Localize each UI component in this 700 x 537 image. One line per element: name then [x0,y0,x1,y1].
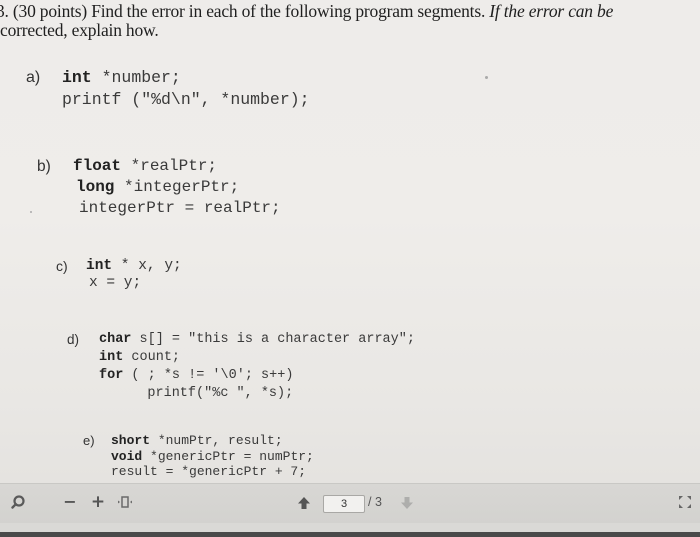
code-text: *realPtr; [121,157,218,175]
code-text: ( ; *s != '\0'; s++) [123,368,294,383]
fullscreen-icon [679,496,691,508]
code-text: s[] = "this is a character array"; [131,332,415,347]
segment-label: a) [26,69,41,86]
code-line: short *numPtr, result; [111,433,314,449]
page-number-input[interactable] [323,495,365,513]
code-text: integerPtr = realPtr; [79,199,281,217]
code-line: printf ("%d\n", *number); [62,89,310,111]
segment-label: d) [67,332,80,347]
code-line: x = y; [86,275,182,292]
pdf-toolbar: − + / 3 [0,483,700,524]
code-line: long *integerPtr; [73,177,281,198]
page-total: / 3 [368,495,382,509]
arrow-up-icon [298,497,310,509]
code-text: *genericPtr = numPtr; [142,448,314,464]
code-segment-b: b) float *realPtr; long *integerPtr; int… [37,156,281,219]
code-text: *number; [91,68,181,87]
arrow-down-icon [401,497,413,509]
search-button[interactable] [8,492,28,512]
segment-label: b) [37,158,51,175]
code-line: int *number; [62,67,310,89]
code-keyword: char [99,332,132,347]
stray-mark [30,211,32,213]
question-line-1: 3. (30 points) Find the error in each of… [0,2,700,21]
code-text: *numPtr, result; [150,433,283,448]
code-line: for ( ; *s != '\0'; s++) [99,367,415,385]
fit-page-icon [118,496,132,508]
segment-label: e) [83,433,95,448]
code-keyword: int [99,350,124,365]
fit-page-button[interactable] [117,494,133,510]
segment-label: c) [56,258,68,274]
code-text: *integerPtr; [114,178,240,196]
code-keyword: float [73,157,122,175]
code-line: int * x, y; [86,258,182,275]
fullscreen-button[interactable] [678,494,692,508]
code-line: float *realPtr; [73,156,281,177]
code-line: void *genericPtr = numPtr; [111,449,314,465]
toolbar-bottom-strip [0,523,700,532]
question-number: 3. [0,1,9,21]
question-instruction: Find the error in each of the following … [87,1,486,21]
question-points: (30 points) [12,1,88,21]
code-line: result = *genericPtr + 7; [111,464,314,480]
code-line: char s[] = "this is a character array"; [99,331,415,349]
code-keyword: int [62,68,92,87]
code-keyword: long [76,178,115,196]
code-text: printf("%c ", *s); [115,386,294,401]
question-instruction-italic: If the error can be [485,1,614,21]
code-keyword: int [86,258,113,274]
question-line-2: corrected, explain how. [0,20,159,40]
code-text: count; [123,350,181,365]
code-line: int count; [99,349,415,367]
screen-bezel [0,532,700,537]
question-header: 3. (30 points) Find the error in each of… [0,2,700,40]
previous-page-button[interactable] [297,495,311,509]
code-text: printf ("%d\n", *number); [62,90,310,109]
search-icon [11,495,25,509]
code-text: result = *genericPtr + 7; [111,464,307,479]
code-segment-d: d) char s[] = "this is a character array… [67,331,415,403]
code-text: x = y; [89,275,142,291]
code-text: * x, y; [112,258,182,274]
zoom-in-button[interactable]: + [90,492,106,512]
next-page-button[interactable] [400,495,414,509]
code-segment-e: e) short *numPtr, result; void *genericP… [83,433,314,480]
code-segment-a: a) int *number; printf ("%d\n", *number)… [26,67,310,111]
stray-mark [485,76,488,79]
zoom-out-button[interactable]: − [62,492,78,512]
code-line: printf("%c ", *s); [99,385,415,403]
code-line: integerPtr = realPtr; [73,198,281,219]
code-keyword: void [111,448,143,464]
code-keyword: for [99,368,124,383]
code-segment-c: c) int * x, y; x = y; [56,258,182,292]
code-keyword: short [111,433,151,448]
pdf-page: 3. (30 points) Find the error in each of… [0,0,700,483]
